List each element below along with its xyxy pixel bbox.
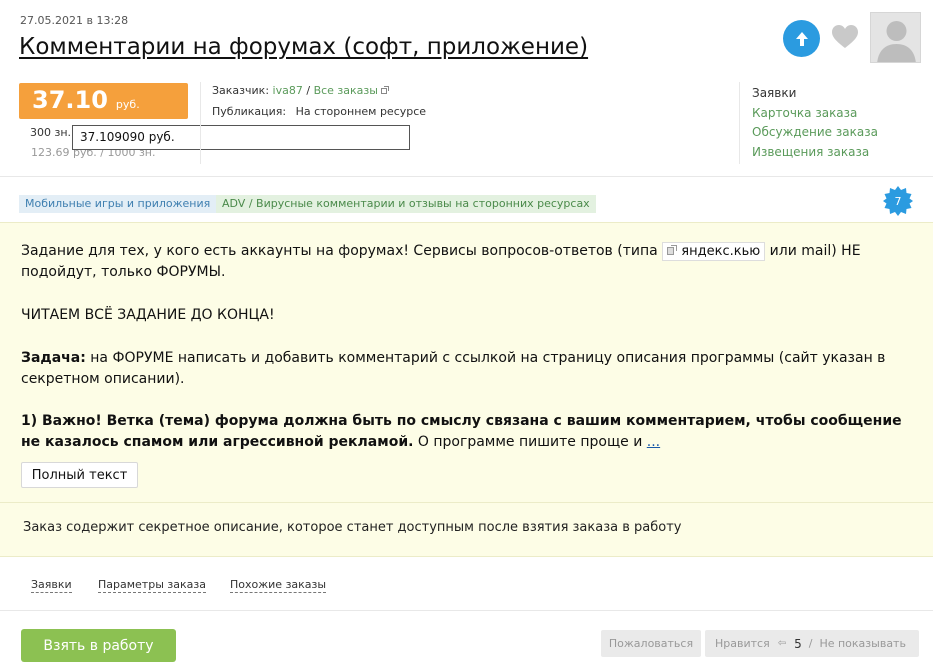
avatar[interactable] — [870, 12, 921, 63]
separator — [200, 82, 201, 164]
like-bar: Нравится ⇦ 5 / Не показывать — [705, 630, 919, 657]
arrow-left-icon: ⇦ — [777, 638, 787, 649]
like-count: 5 — [794, 636, 802, 651]
read-more-link[interactable]: ... — [647, 434, 660, 450]
full-text-button[interactable]: Полный текст — [21, 462, 138, 488]
side-links-header: Заявки — [752, 86, 797, 100]
desc-paragraph-3: Задача: на ФОРУМЕ написать и добавить ко… — [21, 350, 886, 387]
order-discussion-link[interactable]: Обсуждение заказа — [752, 123, 878, 143]
secret-note: Заказ содержит секретное описание, котор… — [23, 520, 682, 535]
order-date: 27.05.2021 в 13:28 — [20, 14, 129, 27]
up-button[interactable] — [783, 20, 820, 57]
complain-button[interactable]: Пожаловаться — [601, 630, 701, 657]
tab-applications[interactable]: Заявки — [31, 578, 72, 593]
divider — [0, 610, 933, 611]
order-title[interactable]: Комментарии на форумах (софт, приложение… — [19, 34, 588, 60]
like-button[interactable]: Нравится — [715, 637, 770, 650]
take-order-button[interactable]: Взять в работу — [21, 629, 176, 662]
description-panel: Задание для тех, у кого есть аккаунты на… — [0, 222, 933, 557]
arrow-up-icon — [795, 31, 808, 46]
order-card-link[interactable]: Карточка заказа — [752, 104, 878, 124]
separator — [739, 82, 740, 164]
price-tooltip: 37.109090 руб. — [72, 125, 410, 150]
external-link-icon — [381, 86, 390, 94]
inline-link[interactable]: яндекс.кью — [662, 242, 766, 261]
order-notices-link[interactable]: Извещения заказа — [752, 143, 878, 163]
heart-icon[interactable] — [831, 24, 859, 50]
user-silhouette-icon — [871, 13, 920, 62]
desc-paragraph-2: ЧИТАЕМ ВСЁ ЗАДАНИЕ ДО КОНЦА! — [21, 307, 275, 323]
client-label: Заказчик: — [212, 84, 270, 97]
tag-mobile-games[interactable]: Мобильные игры и приложения — [19, 195, 217, 213]
desc-divider — [0, 502, 933, 503]
tab-similar-orders[interactable]: Похожие заказы — [230, 578, 327, 593]
badge-star-icon: 7 — [883, 186, 913, 216]
client-line: Заказчик: iva87 / Все заказы — [212, 84, 390, 97]
publication-value: На стороннем ресурсе — [295, 105, 427, 118]
price-unit: руб. — [115, 98, 140, 111]
publication-label: Публикация: — [212, 105, 287, 118]
divider — [0, 176, 933, 177]
side-links: Заявки Карточка заказа Обсуждение заказа… — [752, 84, 878, 163]
badge-count: 7 — [883, 186, 913, 216]
price-value: 37.10 — [32, 86, 108, 114]
price-box: 37.10 руб. — [19, 83, 188, 119]
publication-line: Публикация: На стороннем ресурсе — [212, 105, 426, 118]
price-chars: 300 зн. — [30, 126, 72, 139]
tab-order-params[interactable]: Параметры заказа — [98, 578, 206, 593]
client-name-link[interactable]: iva87 — [273, 84, 303, 97]
external-link-icon — [667, 245, 678, 255]
like-separator: / — [808, 637, 813, 650]
all-orders-link[interactable]: Все заказы — [314, 84, 378, 97]
desc-paragraph-1: Задание для тех, у кого есть аккаунты на… — [21, 242, 861, 280]
badge-count-text: 7 — [895, 195, 902, 208]
client-separator: / — [306, 84, 311, 97]
hide-button[interactable]: Не показывать — [819, 637, 906, 650]
tag-adv[interactable]: ADV / Вирусные комментарии и отзывы на с… — [216, 195, 596, 213]
desc-paragraph-4: 1) Важно! Ветка (тема) форума должна быт… — [21, 413, 902, 450]
